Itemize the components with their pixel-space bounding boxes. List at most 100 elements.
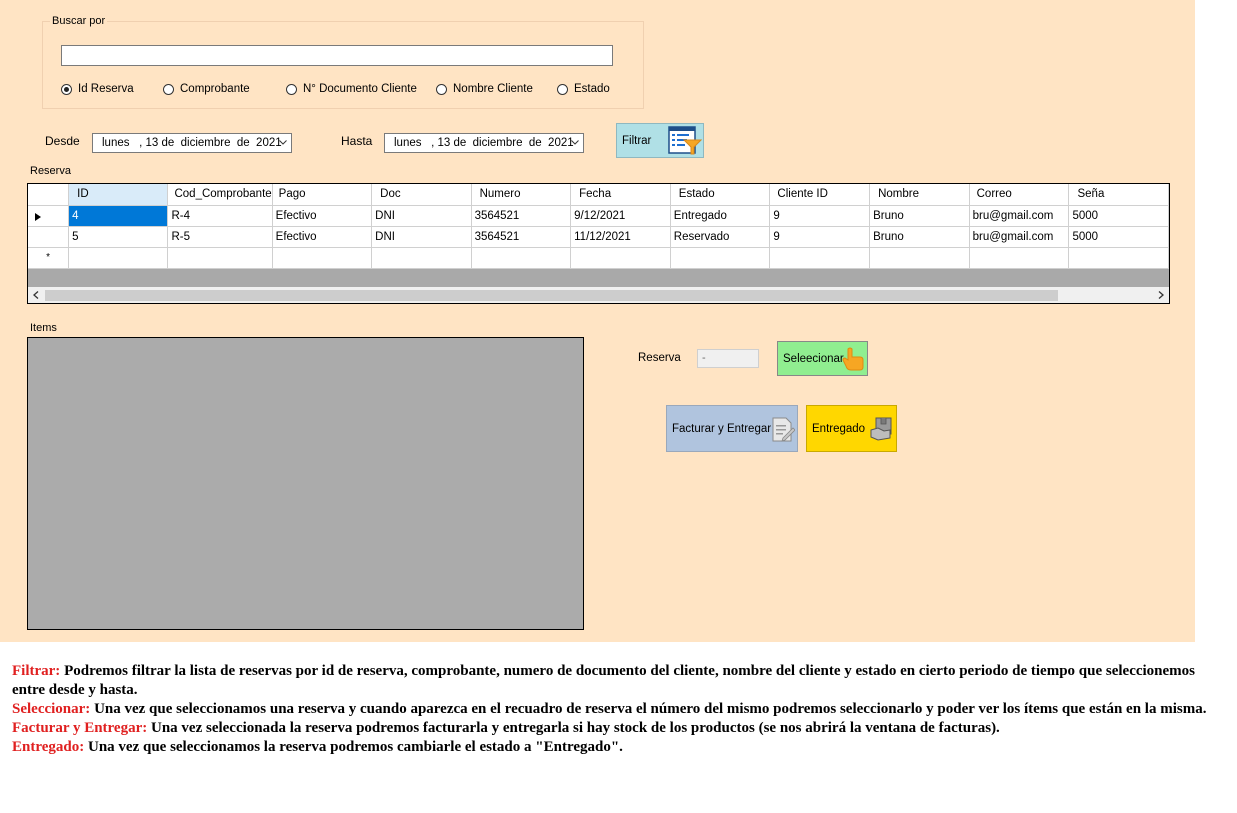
column-header-pago[interactable]: Pago (272, 184, 373, 206)
description-entregado: Entregado: Una vez que seleccionamos la … (12, 738, 1227, 757)
table-row[interactable]: 5 R-5 Efectivo DNI 3564521 11/12/2021 Re… (28, 226, 1169, 248)
new-row-marker[interactable]: * (28, 247, 70, 269)
hasta-label: Hasta (341, 134, 373, 148)
radio-label: Nombre Cliente (453, 83, 533, 95)
cell-fecha[interactable]: 11/12/2021 (570, 226, 671, 248)
row-header[interactable] (28, 226, 70, 248)
description-body: Una vez que seleccionamos la reserva pod… (84, 739, 623, 755)
cell-id[interactable]: 4 (68, 205, 169, 227)
cell-empty[interactable] (1068, 247, 1169, 269)
cell-empty[interactable] (670, 247, 771, 269)
cell-cod-comprobante[interactable]: R-4 (167, 205, 273, 227)
cell-nombre[interactable]: Bruno (869, 226, 970, 248)
radio-estado[interactable]: Estado (557, 82, 610, 96)
reserva-number-field[interactable]: - (697, 349, 759, 368)
row-header-corner (28, 184, 70, 206)
new-row[interactable]: * (28, 247, 1169, 269)
reserva-grid-label: Reserva (30, 165, 71, 177)
column-header-sena[interactable]: Seña (1068, 184, 1169, 206)
description-key: Facturar y Entregar: (12, 720, 148, 736)
select-button-label: Seleecionar (783, 352, 844, 365)
reserva-grid[interactable]: ID Cod_Comprobante Pago Doc Numero Fecha… (27, 183, 1170, 304)
current-row-arrow-icon (35, 212, 41, 221)
cell-empty[interactable] (167, 247, 273, 269)
items-label: Items (30, 322, 57, 334)
cell-pago[interactable]: Efectivo (272, 205, 373, 227)
column-header-estado[interactable]: Estado (670, 184, 771, 206)
desde-datepicker[interactable]: lunes , 13 de diciembre de 2021 (92, 133, 292, 153)
cell-estado[interactable]: Reservado (670, 226, 771, 248)
cell-numero[interactable]: 3564521 (471, 205, 572, 227)
radio-checked-icon (61, 83, 72, 95)
radio-id-reserva[interactable]: Id Reserva (61, 82, 134, 96)
cell-sena[interactable]: 5000 (1068, 205, 1169, 227)
description-seleccionar: Seleccionar: Una vez que seleccionamos u… (12, 700, 1227, 719)
delivered-button-label: Entregado (812, 422, 866, 435)
description-filtrar: Filtrar: Podremos filtrar la lista de re… (12, 662, 1227, 700)
hasta-datepicker[interactable]: lunes , 13 de diciembre de 2021 (384, 133, 584, 153)
scroll-left-icon[interactable] (33, 291, 39, 299)
cell-cliente-id[interactable]: 9 (769, 205, 871, 227)
horizontal-scrollbar[interactable] (28, 287, 1169, 303)
cell-pago[interactable]: Efectivo (272, 226, 373, 248)
cell-correo[interactable]: bru@gmail.com (969, 205, 1070, 227)
radio-nombre-cliente[interactable]: Nombre Cliente (436, 82, 533, 96)
cell-empty[interactable] (869, 247, 970, 269)
column-header-cod-comprobante[interactable]: Cod_Comprobante (167, 184, 273, 206)
cell-nombre[interactable]: Bruno (869, 205, 970, 227)
description-key: Entregado: (12, 739, 85, 755)
table-row[interactable]: 4 R-4 Efectivo DNI 3564521 9/12/2021 Ent… (28, 205, 1169, 227)
column-header-doc[interactable]: Doc (371, 184, 472, 206)
invoice-deliver-button[interactable]: Facturar y Entregar (666, 405, 798, 452)
reservas-form: Buscar por Id Reserva Comprobante N° Doc… (0, 0, 1195, 642)
radio-documento-cliente[interactable]: N° Documento Cliente (286, 82, 417, 96)
scroll-right-icon[interactable] (1158, 291, 1164, 299)
cell-empty[interactable] (969, 247, 1070, 269)
radio-label: Id Reserva (78, 83, 134, 95)
radio-icon (436, 83, 447, 95)
column-header-correo[interactable]: Correo (969, 184, 1070, 206)
description-body: Una vez seleccionada la reserva podremos… (147, 720, 1000, 736)
filter-list-icon (668, 126, 702, 155)
chevron-down-icon (279, 140, 287, 145)
column-header-cliente-id[interactable]: Cliente ID (769, 184, 871, 206)
cell-empty[interactable] (471, 247, 572, 269)
delivered-button[interactable]: Entregado (806, 405, 897, 452)
cell-empty[interactable] (769, 247, 871, 269)
column-header-numero[interactable]: Numero (471, 184, 572, 206)
radio-icon (557, 83, 568, 95)
cell-empty[interactable] (570, 247, 671, 269)
cell-cliente-id[interactable]: 9 (769, 226, 871, 248)
cell-estado[interactable]: Entregado (670, 205, 771, 227)
column-header-fecha[interactable]: Fecha (570, 184, 671, 206)
radio-comprobante[interactable]: Comprobante (163, 82, 250, 96)
description-text: Filtrar: Podremos filtrar la lista de re… (12, 662, 1227, 757)
select-button[interactable]: Seleecionar (777, 341, 868, 376)
cell-cod-comprobante[interactable]: R-5 (167, 226, 273, 248)
cell-correo[interactable]: bru@gmail.com (969, 226, 1070, 248)
row-header-current[interactable] (28, 205, 70, 227)
cell-empty[interactable] (371, 247, 472, 269)
scrollbar-thumb[interactable] (45, 290, 1058, 301)
radio-label: Estado (574, 83, 610, 95)
cell-empty[interactable] (68, 247, 169, 269)
items-grid[interactable] (27, 337, 584, 630)
search-group-title: Buscar por (50, 15, 108, 27)
cell-fecha[interactable]: 9/12/2021 (570, 205, 671, 227)
table-header-row: ID Cod_Comprobante Pago Doc Numero Fecha… (28, 184, 1169, 206)
cell-empty[interactable] (272, 247, 373, 269)
cell-sena[interactable]: 5000 (1068, 226, 1169, 248)
description-body: Podremos filtrar la lista de reservas po… (12, 663, 1196, 698)
search-input[interactable] (61, 45, 613, 66)
hand-pointer-icon (842, 347, 864, 371)
column-header-nombre[interactable]: Nombre (869, 184, 970, 206)
cell-doc[interactable]: DNI (371, 226, 472, 248)
filter-button[interactable]: Filtrar (616, 123, 704, 158)
cell-id[interactable]: 5 (68, 226, 169, 248)
column-header-id[interactable]: ID (68, 184, 169, 206)
filter-button-label: Filtrar (622, 134, 652, 147)
cell-numero[interactable]: 3564521 (471, 226, 572, 248)
invoice-icon (772, 417, 795, 442)
reserva-table: ID Cod_Comprobante Pago Doc Numero Fecha… (28, 184, 1169, 269)
cell-doc[interactable]: DNI (371, 205, 472, 227)
